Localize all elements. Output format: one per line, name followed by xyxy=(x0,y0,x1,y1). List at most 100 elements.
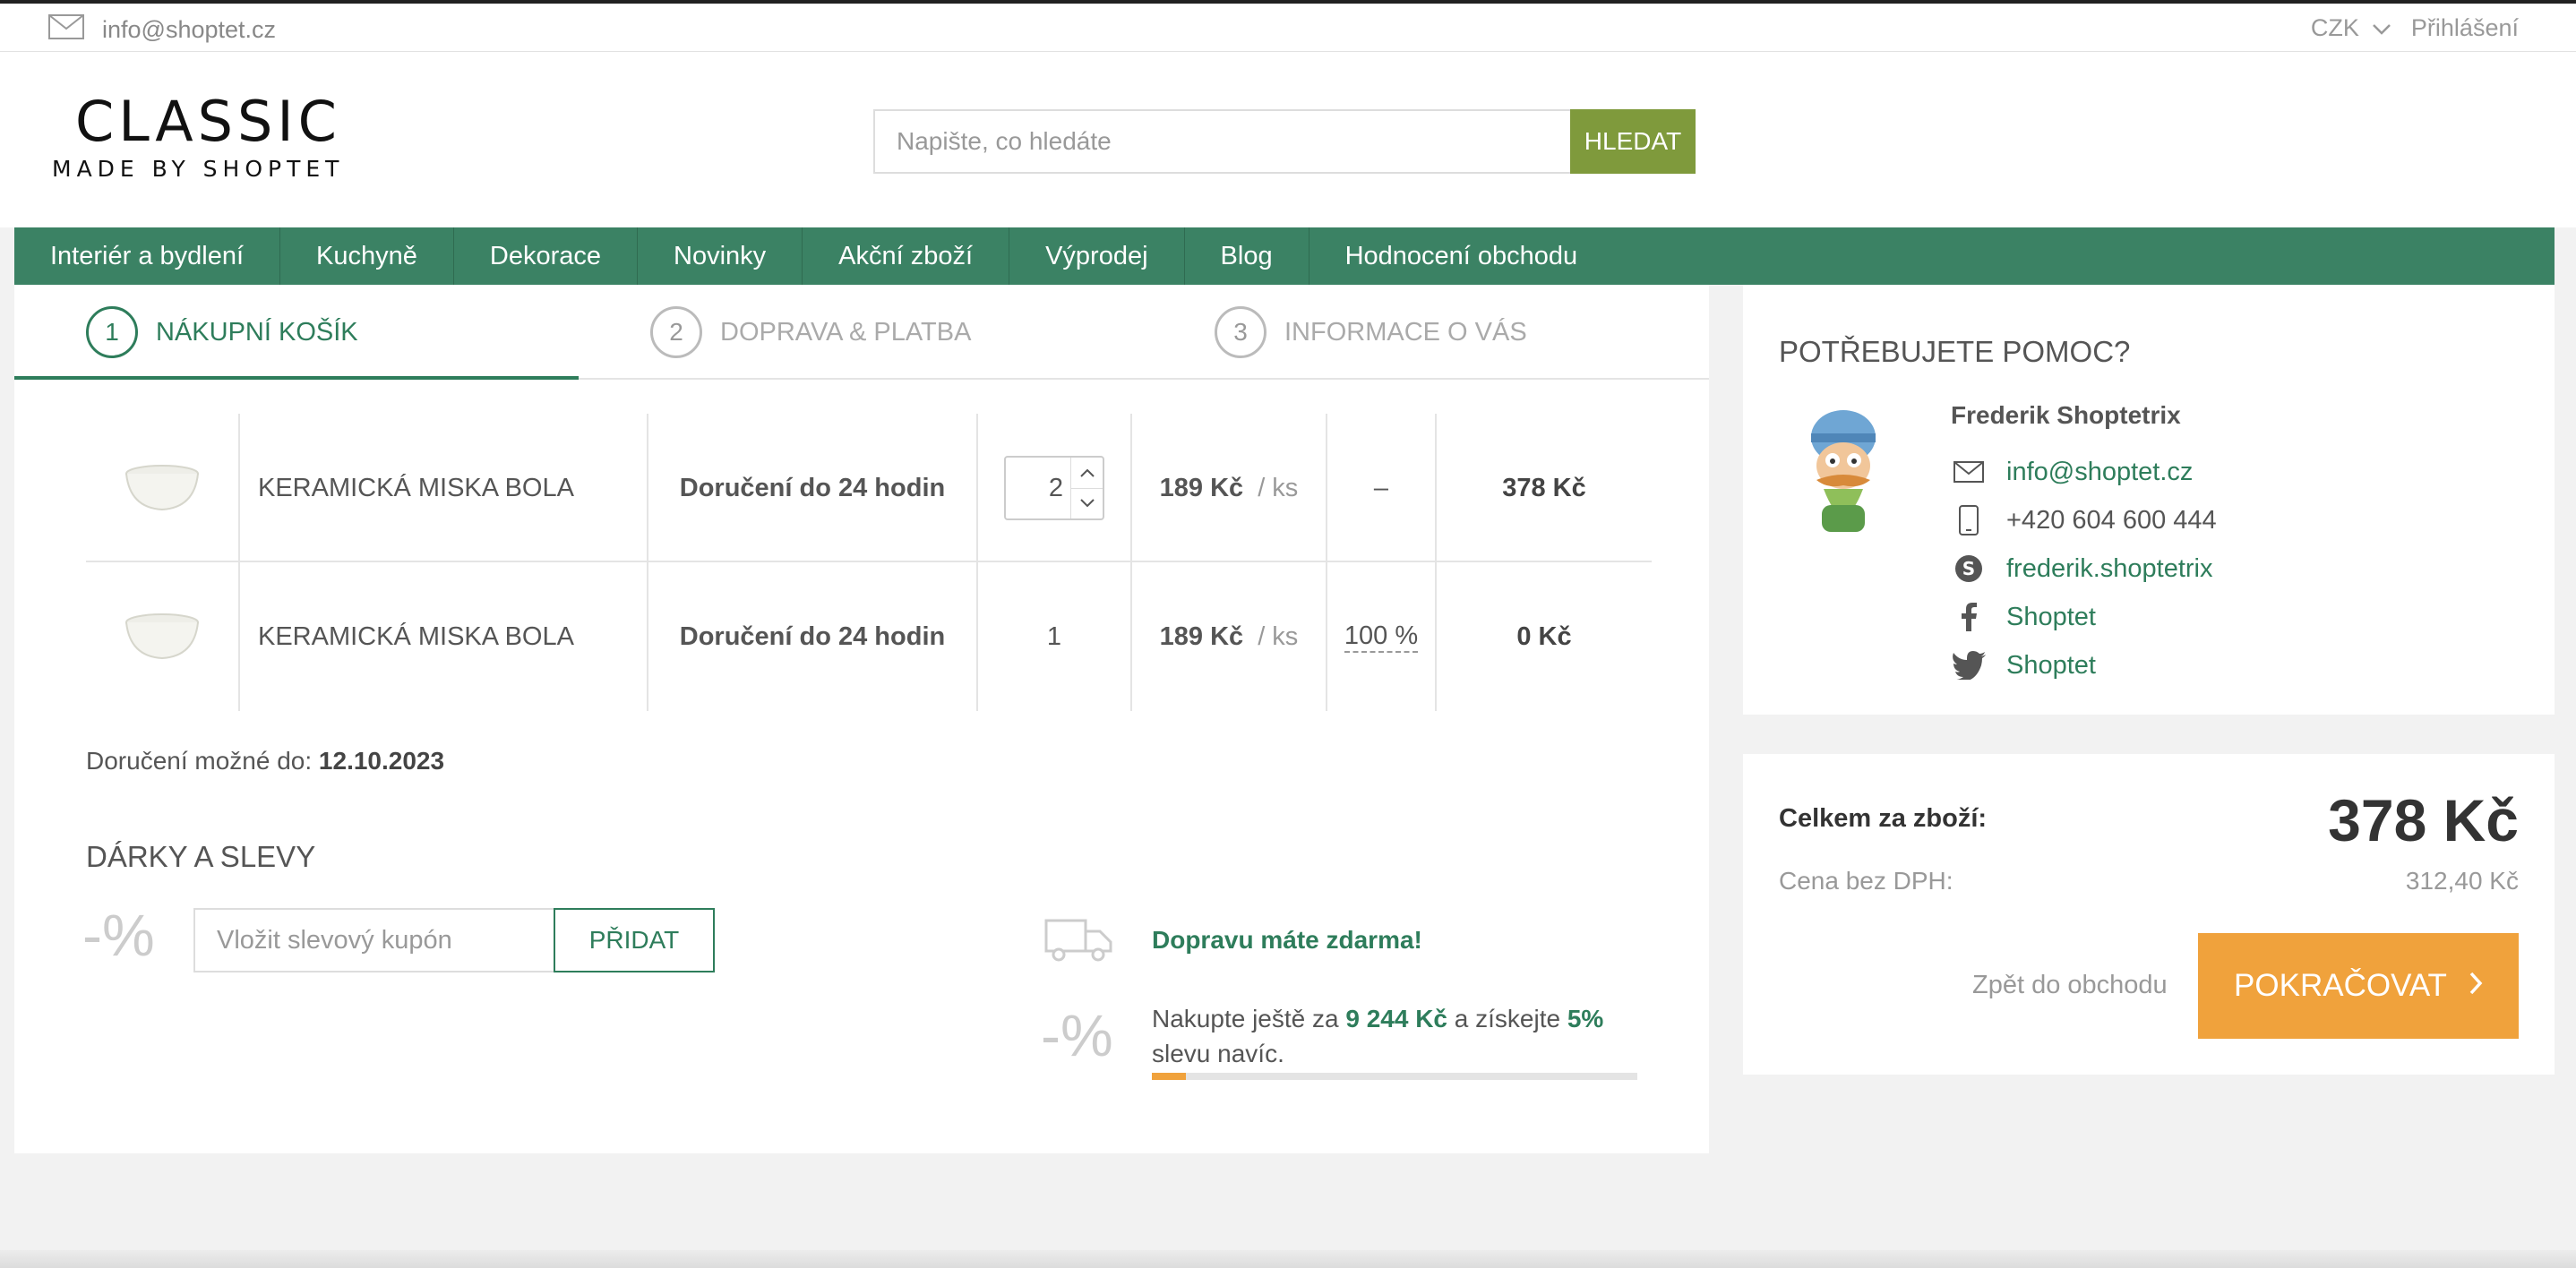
search-form: HLEDAT xyxy=(873,109,1696,174)
coupon-form: PŘIDAT xyxy=(193,908,715,972)
net-price-label: Cena bez DPH: xyxy=(1779,867,1953,895)
search-input[interactable] xyxy=(873,109,1570,174)
bowl-icon xyxy=(125,613,199,660)
unit-price: 189 Kč / ks xyxy=(1132,562,1327,711)
nav-item-akcni-zbozi[interactable]: Akční zboží xyxy=(803,227,1010,285)
contact-email[interactable]: info@shoptet.cz xyxy=(1951,448,2217,496)
price-value: 189 Kč xyxy=(1159,621,1244,651)
product-name[interactable]: KERAMICKÁ MISKA BOLA xyxy=(240,562,648,711)
back-to-shop-link[interactable]: Zpět do obchodu xyxy=(1972,971,2168,1000)
cart-panel: 1 NÁKUPNÍ KOŠÍK 2 DOPRAVA & PLATBA 3 INF… xyxy=(14,285,1709,1153)
svg-text:S: S xyxy=(1962,558,1975,579)
contact-email-text: info@shoptet.cz xyxy=(2006,457,2194,486)
checkout-steps: 1 NÁKUPNÍ KOŠÍK 2 DOPRAVA & PLATBA 3 INF… xyxy=(14,285,1709,380)
order-summary: Celkem za zboží: 378 Kč Cena bez DPH: 31… xyxy=(1743,754,2555,1075)
total-value: 378 Kč xyxy=(2328,787,2519,853)
main-nav: Interiér a bydlení Kuchyně Dekorace Novi… xyxy=(14,227,2555,285)
step-label: INFORMACE O VÁS xyxy=(1284,317,1527,347)
nav-item-vyprodej[interactable]: Výprodej xyxy=(1009,227,1185,285)
extra-percent: 5% xyxy=(1567,1005,1604,1032)
quantity-stepper[interactable]: 2 xyxy=(1004,456,1104,520)
logo-title: CLASSIC xyxy=(75,89,341,154)
nav-item-blog[interactable]: Blog xyxy=(1185,227,1309,285)
header: CLASSIC MADE BY SHOPTET HLEDAT xyxy=(0,52,2576,227)
continue-button[interactable]: POKRAČOVAT xyxy=(2198,933,2519,1039)
coupon-input[interactable] xyxy=(193,908,554,972)
line-total: 0 Kč xyxy=(1516,621,1572,651)
chevron-down-icon xyxy=(2372,14,2391,42)
search-button[interactable]: HLEDAT xyxy=(1570,109,1696,174)
nav-item-kuchyne[interactable]: Kuchyně xyxy=(280,227,454,285)
quantity-value[interactable]: 2 xyxy=(1006,458,1070,518)
top-email-text: info@shoptet.cz xyxy=(102,16,277,43)
active-step-underline xyxy=(14,376,579,380)
avatar xyxy=(1797,407,1890,539)
add-coupon-button[interactable]: PŘIDAT xyxy=(554,908,715,972)
step-info[interactable]: 3 INFORMACE O VÁS xyxy=(1215,306,1527,358)
envelope-icon xyxy=(48,14,84,46)
nav-item-dekorace[interactable]: Dekorace xyxy=(454,227,638,285)
contact-twitter[interactable]: Shoptet xyxy=(1951,641,2217,690)
logo[interactable]: CLASSIC MADE BY SHOPTET xyxy=(52,89,344,182)
net-price-value: 312,40 Kč xyxy=(2405,867,2519,895)
nav-item-novinky[interactable]: Novinky xyxy=(638,227,803,285)
currency-select[interactable]: CZK xyxy=(2311,14,2391,42)
free-shipping-text: Dopravu máte zdarma! xyxy=(1152,926,1422,954)
contact-phone-text: +420 604 600 444 xyxy=(2006,505,2217,535)
discount-progress-fill xyxy=(1152,1073,1186,1080)
extra-suffix: slevu navíc. xyxy=(1152,1040,1284,1068)
chevron-down-icon[interactable] xyxy=(1071,489,1103,519)
percent-icon: -% xyxy=(82,902,155,968)
contact-facebook-text: Shoptet xyxy=(2006,602,2096,631)
delivery-info: Doručení do 24 hodin xyxy=(648,414,978,562)
discount-progress-bar xyxy=(1152,1073,1637,1080)
delivery-date-value: 12.10.2023 xyxy=(318,747,445,775)
chevron-right-icon xyxy=(2469,968,2483,1004)
step-number: 3 xyxy=(1215,306,1267,358)
nav-item-interier[interactable]: Interiér a bydlení xyxy=(14,227,281,285)
step-number: 1 xyxy=(86,306,138,358)
gifts-title: DÁRKY A SLEVY xyxy=(86,840,316,873)
step-cart[interactable]: 1 NÁKUPNÍ KOŠÍK xyxy=(86,306,358,358)
truck-icon xyxy=(1044,917,1112,966)
discount: – xyxy=(1327,414,1437,562)
nav-item-hodnoceni[interactable]: Hodnocení obchodu xyxy=(1309,227,1614,285)
agent-name: Frederik Shoptetrix xyxy=(1951,401,2181,429)
contact-skype-text: frederik.shoptetrix xyxy=(2006,553,2213,583)
twitter-icon xyxy=(1951,651,1987,680)
discount-badge[interactable]: 100 % xyxy=(1344,621,1419,653)
delivery-date: Doručení možné do: 12.10.2023 xyxy=(86,747,444,775)
skype-icon: S xyxy=(1951,554,1987,583)
envelope-icon xyxy=(1951,461,1987,483)
extra-amount: 9 244 Kč xyxy=(1345,1005,1447,1032)
chevron-up-icon[interactable] xyxy=(1071,458,1103,489)
price-unit: / ks xyxy=(1258,473,1299,502)
discount: 100 % xyxy=(1327,562,1437,711)
step-shipping[interactable]: 2 DOPRAVA & PLATBA xyxy=(650,306,971,358)
facebook-icon xyxy=(1951,603,1987,631)
phone-icon xyxy=(1951,505,1987,535)
help-panel: POTŘEBUJETE POMOC? Frederik Shoptetrix i… xyxy=(1743,285,2555,715)
product-thumbnail[interactable] xyxy=(86,562,240,711)
top-email[interactable]: info@shoptet.cz xyxy=(48,14,276,46)
page-bottom-edge xyxy=(0,1250,2576,1268)
step-number: 2 xyxy=(650,306,702,358)
product-name[interactable]: KERAMICKÁ MISKA BOLA xyxy=(240,414,648,562)
delivery-date-label: Doručení možné do: xyxy=(86,747,313,775)
contact-facebook[interactable]: Shoptet xyxy=(1951,593,2217,641)
quantity-value: 1 xyxy=(978,562,1132,711)
percent-icon: -% xyxy=(1041,1002,1113,1068)
unit-price: 189 Kč / ks xyxy=(1132,414,1327,562)
bowl-icon xyxy=(125,465,199,511)
contact-skype[interactable]: S frederik.shoptetrix xyxy=(1951,544,2217,593)
product-thumbnail[interactable] xyxy=(86,414,240,562)
top-bar: info@shoptet.cz CZK Přihlášení xyxy=(0,0,2576,52)
currency-label: CZK xyxy=(2310,14,2359,41)
quantity-cell: 2 xyxy=(978,414,1132,562)
price-unit: / ks xyxy=(1258,621,1299,651)
delivery-info: Doručení do 24 hodin xyxy=(648,562,978,711)
contact-phone[interactable]: +420 604 600 444 xyxy=(1951,496,2217,544)
step-label: DOPRAVA & PLATBA xyxy=(720,317,972,347)
extra-discount-text: Nakupte ještě za 9 244 Kč a získejte 5% … xyxy=(1152,1001,1653,1071)
login-link[interactable]: Přihlášení xyxy=(2411,14,2519,42)
